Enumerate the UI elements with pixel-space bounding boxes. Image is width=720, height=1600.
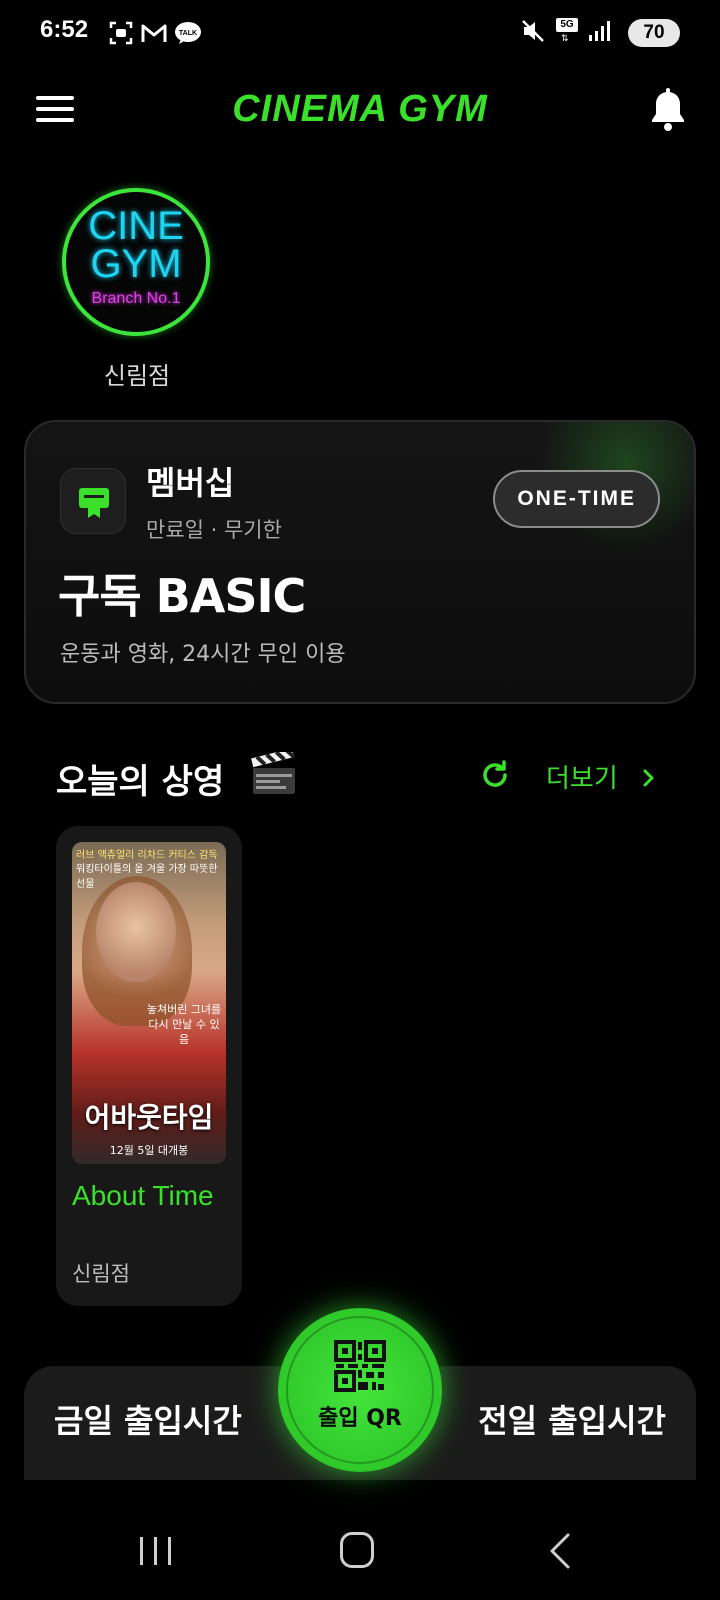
membership-description: 운동과 영화, 24시간 무인 이용 bbox=[60, 642, 346, 667]
yesterday-entry-time-button[interactable]: 전일 출입시간 bbox=[478, 1396, 666, 1442]
screening-title: 오늘의 상영 bbox=[56, 762, 225, 802]
clapper-board-icon bbox=[251, 752, 296, 794]
more-label: 더보기 bbox=[546, 764, 618, 794]
branch-logo-line2: GYM bbox=[90, 242, 182, 286]
branch-selector[interactable]: CINE GYM Branch No.1 신림점 bbox=[62, 188, 212, 391]
refresh-icon[interactable] bbox=[478, 758, 512, 792]
membership-card[interactable]: 멤버십 만료일 · 무기한 ONE-TIME 구독 BASIC 운동과 영화, … bbox=[24, 420, 696, 704]
membership-type-badge: ONE-TIME bbox=[493, 470, 660, 528]
home-icon[interactable] bbox=[340, 1532, 374, 1568]
screenshot-icon bbox=[109, 21, 133, 45]
membership-plan: 구독 BASIC bbox=[58, 569, 306, 623]
poster-tagline: 놓쳐버린 그녀를 다시 만날 수 있음 bbox=[146, 1003, 222, 1046]
bell-icon[interactable] bbox=[644, 86, 692, 134]
recent-apps-icon[interactable] bbox=[138, 1534, 174, 1568]
today-entry-time-button[interactable]: 금일 출입시간 bbox=[54, 1396, 242, 1442]
back-icon[interactable] bbox=[548, 1532, 572, 1570]
mute-icon bbox=[522, 20, 544, 42]
talk-icon: TALK bbox=[175, 22, 201, 44]
talk-icon-label: TALK bbox=[179, 30, 197, 37]
branch-logo-line3: Branch No.1 bbox=[91, 290, 181, 307]
signal-icon bbox=[589, 21, 610, 41]
poster-credits: 러브 액츄얼리 리차드 커티스 감독 bbox=[76, 850, 218, 861]
branch-name: 신림점 bbox=[103, 362, 171, 390]
battery-indicator: 70 bbox=[628, 19, 680, 47]
branch-logo[interactable]: CINE GYM Branch No.1 bbox=[62, 188, 210, 336]
system-navigation-bar bbox=[0, 1500, 720, 1600]
more-link[interactable]: 더보기 bbox=[546, 758, 658, 795]
entry-qr-button[interactable]: 출입 QR bbox=[278, 1308, 442, 1472]
poster-subline: 워킹타이틀의 올 겨울 가장 따뜻한 선물 bbox=[76, 864, 218, 890]
status-bar: 6:52 TALK 5G ⇅ 70 bbox=[0, 0, 720, 66]
movie-poster: 러브 액츄얼리 리차드 커티스 감독 워킹타이틀의 올 겨울 가장 따뜻한 선물… bbox=[72, 842, 226, 1164]
system-icons: 5G ⇅ bbox=[520, 18, 610, 44]
battery-level: 70 bbox=[643, 22, 665, 43]
movie-title: About Time bbox=[72, 1180, 214, 1211]
poster-date: 12월 5일 대개봉 bbox=[109, 1144, 189, 1157]
screening-section-header: 오늘의 상영 더보기 bbox=[0, 740, 720, 810]
network-5g-icon: 5G ⇅ bbox=[556, 18, 578, 44]
status-time: 6:52 bbox=[40, 16, 89, 43]
app-title: CINEMA GYM bbox=[232, 88, 488, 130]
membership-title: 멤버십 bbox=[146, 464, 235, 502]
network-label: 5G bbox=[556, 18, 578, 32]
movie-card[interactable]: 러브 액츄얼리 리차드 커티스 감독 워킹타이틀의 올 겨울 가장 따뜻한 선물… bbox=[56, 826, 242, 1306]
branch-logo-line1: CINE bbox=[88, 204, 184, 248]
gmail-icon bbox=[141, 24, 167, 42]
membership-icon bbox=[60, 468, 126, 534]
qr-code-icon bbox=[334, 1340, 386, 1392]
notification-icons: TALK bbox=[108, 20, 202, 46]
chevron-right-icon bbox=[643, 769, 654, 787]
poster-title: 어바웃타임 bbox=[84, 1101, 214, 1134]
movie-branch: 신림점 bbox=[72, 1262, 130, 1286]
app-header: CINEMA GYM bbox=[0, 78, 720, 144]
membership-expiry: 만료일 · 무기한 bbox=[146, 518, 282, 542]
entry-qr-label: 출입 QR bbox=[318, 1406, 402, 1431]
